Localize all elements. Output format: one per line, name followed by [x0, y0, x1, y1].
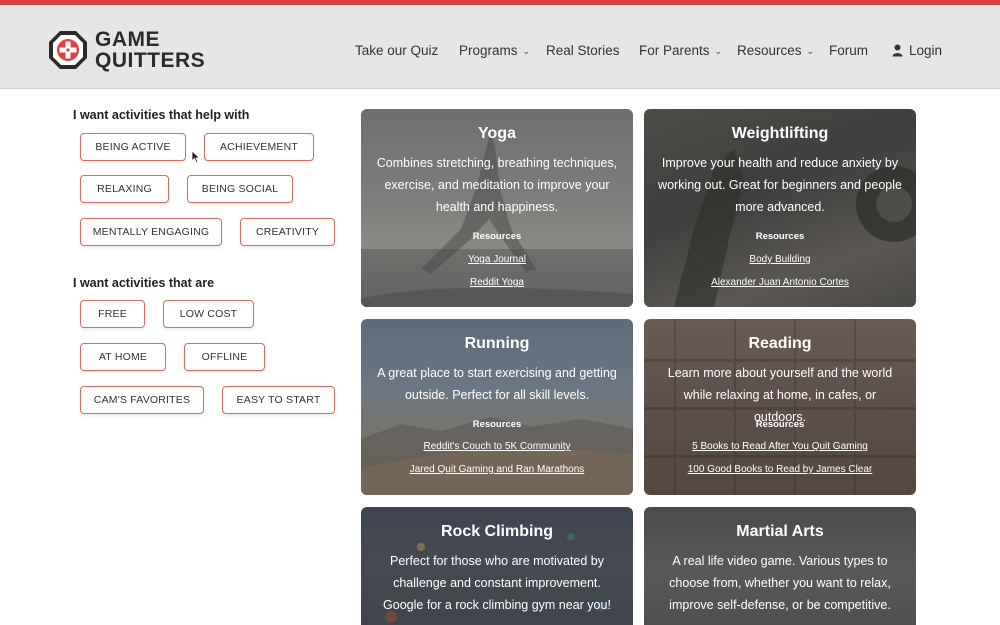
- chip-low-cost[interactable]: LOW COST: [163, 300, 254, 328]
- chip-creativity[interactable]: CREATIVITY: [240, 218, 335, 246]
- card-link[interactable]: Jared Quit Gaming and Ran Marathons: [361, 464, 633, 475]
- site-header: GAME QUITTERS Take our Quiz Programs ⌄ R…: [0, 5, 1000, 89]
- chip-mentally-engaging[interactable]: MENTALLY ENGAGING: [80, 218, 222, 246]
- activity-card-yoga[interactable]: Yoga Combines stretching, breathing tech…: [361, 109, 633, 307]
- activity-card-running[interactable]: Running A great place to start exercisin…: [361, 319, 633, 495]
- activity-card-martial-arts[interactable]: Martial Arts A real life video game. Var…: [644, 507, 916, 625]
- card-link[interactable]: Reddit Yoga: [361, 277, 633, 288]
- nav-resources-label: Resources: [737, 43, 802, 58]
- mouse-pointer-icon: [191, 150, 201, 164]
- activity-card-reading[interactable]: Reading Learn more about yourself and th…: [644, 319, 916, 495]
- nav-login-label: Login: [909, 43, 943, 58]
- chip-offline[interactable]: OFFLINE: [184, 343, 265, 371]
- nav-login[interactable]: Login: [892, 43, 942, 58]
- activity-card-weightlifting[interactable]: Weightlifting Improve your health and re…: [644, 109, 916, 307]
- nav-for-parents-label: For Parents: [639, 43, 710, 58]
- nav-for-parents[interactable]: For Parents ⌄: [639, 43, 722, 58]
- nav-take-quiz[interactable]: Take our Quiz: [355, 43, 438, 58]
- card-link[interactable]: 5 Books to Read After You Quit Gaming: [644, 441, 916, 452]
- card-title: Reading: [748, 335, 812, 352]
- card-resources-label: Resources: [472, 231, 522, 242]
- chevron-down-icon: ⌄: [806, 46, 815, 56]
- card-link[interactable]: Yoga Journal: [361, 254, 633, 265]
- logo-line-1: GAME: [95, 28, 160, 51]
- chip-easy-to-start[interactable]: EASY TO START: [222, 386, 335, 414]
- card-title: Running: [464, 335, 530, 352]
- card-resources-label: Resources: [472, 419, 522, 430]
- card-description: Perfect for those who are motivated by c…: [383, 554, 611, 612]
- nav-forum-label: Forum: [829, 43, 869, 58]
- logo-line-2: QUITTERS: [95, 49, 206, 72]
- nav-take-quiz-label: Take our Quiz: [355, 43, 439, 58]
- user-icon: [892, 44, 903, 57]
- chip-at-home[interactable]: AT HOME: [80, 343, 166, 371]
- nav-forum[interactable]: Forum: [829, 43, 868, 58]
- card-resources-label: Resources: [755, 231, 805, 242]
- card-description: A great place to start exercising and ge…: [377, 366, 617, 402]
- chip-cams-favorites[interactable]: CAM'S FAVORITES: [80, 386, 204, 414]
- logo-wordmark: GAME QUITTERS: [95, 29, 205, 71]
- card-title: Martial Arts: [736, 523, 824, 540]
- card-title: Yoga: [478, 125, 516, 142]
- nav-real-stories[interactable]: Real Stories: [546, 43, 620, 58]
- nav-resources[interactable]: Resources ⌄: [737, 43, 814, 58]
- chevron-down-icon: ⌄: [714, 46, 723, 56]
- are-filter-title: I want activities that are: [73, 276, 215, 290]
- nav-real-stories-label: Real Stories: [546, 43, 620, 58]
- chip-being-social[interactable]: BEING SOCIAL: [187, 175, 293, 203]
- chip-being-active[interactable]: BEING ACTIVE: [80, 133, 186, 161]
- card-link[interactable]: 100 Good Books to Read by James Clear: [644, 464, 916, 475]
- game-quitters-logo[interactable]: GAME QUITTERS: [48, 27, 208, 73]
- card-description: Improve your health and reduce anxiety b…: [658, 156, 902, 214]
- card-title: Weightlifting: [731, 125, 829, 142]
- card-link[interactable]: Alexander Juan Antonio Cortes: [644, 277, 916, 288]
- card-link[interactable]: Body Building: [644, 254, 916, 265]
- activity-card-rock-climbing[interactable]: Rock Climbing Perfect for those who are …: [361, 507, 633, 625]
- help-filter-title: I want activities that help with: [73, 108, 250, 122]
- chip-achievement[interactable]: ACHIEVEMENT: [204, 133, 314, 161]
- chip-free[interactable]: FREE: [80, 300, 145, 328]
- card-description: A real life video game. Various types to…: [669, 554, 891, 612]
- chevron-down-icon: ⌄: [522, 46, 531, 56]
- nav-programs[interactable]: Programs ⌄: [459, 43, 530, 58]
- logo-octagon-icon: [49, 31, 87, 69]
- nav-programs-label: Programs: [459, 43, 518, 58]
- card-description: Combines stretching, breathing technique…: [376, 156, 618, 214]
- chip-relaxing[interactable]: RELAXING: [80, 175, 169, 203]
- card-title: Rock Climbing: [440, 523, 553, 540]
- card-resources-label: Resources: [755, 419, 805, 430]
- card-link[interactable]: Reddit's Couch to 5K Community: [361, 441, 633, 452]
